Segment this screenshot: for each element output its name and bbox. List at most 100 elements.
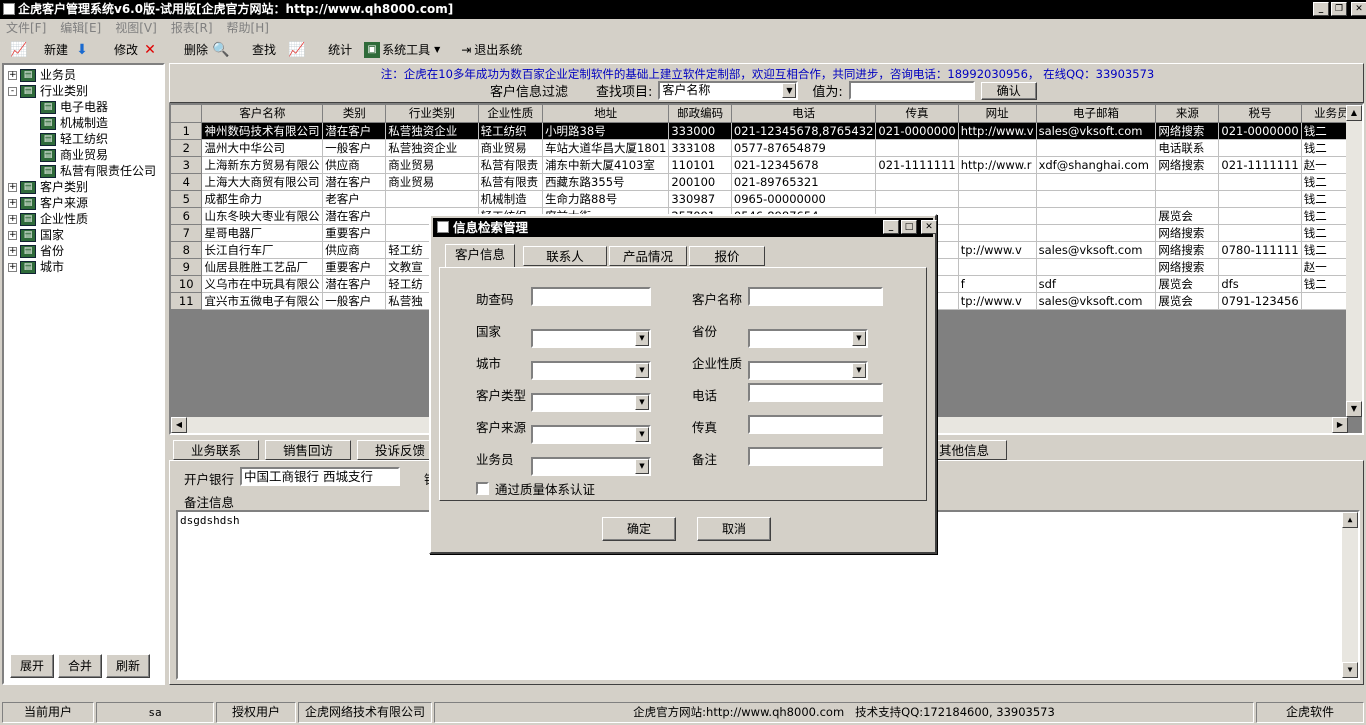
close-icon[interactable]: ✕ — [921, 220, 937, 234]
filter-value-input[interactable] — [848, 81, 975, 100]
column-header[interactable]: 来源 — [1155, 105, 1220, 123]
grid-vertical-scrollbar[interactable]: ▲ ▼ — [1346, 105, 1362, 417]
menu-help[interactable]: 帮助[H] — [227, 19, 269, 37]
minimize-icon[interactable]: _ — [883, 220, 899, 234]
scroll-up-icon[interactable]: ▲ — [1342, 512, 1358, 528]
table-row[interactable]: 4 上海大大商贸有限公司 潜在客户 商业贸易 私营有限责 西藏东路355号 200100 02… — [171, 173, 1362, 191]
form-input[interactable] — [748, 447, 883, 466]
tree-node[interactable]: + ▤ 国家 — [8, 227, 64, 243]
find-button[interactable]: 查找 📈 — [234, 39, 310, 61]
table-row[interactable]: 5 成都生命力 老客户 机械制造 生命力路88号 330987 0965-00000000 钱… — [171, 190, 1362, 208]
new-button[interactable]: 📈 新建 ⬇ — [4, 39, 96, 61]
tab-customer-info[interactable]: 客户信息 — [445, 244, 515, 267]
table-row[interactable]: 3 上海新东方贸易有限公 供应商 商业贸易 私营有限责 浦东中新大厦4103室 110101… — [171, 156, 1362, 174]
column-header[interactable]: 税号 — [1218, 105, 1302, 123]
category-tree[interactable]: + ▤ 业务员 - ▤ 行业类别 ▤ 电子电器 ▤ 机械制造 ▤ 轻工纺织 ▤ 商业贸易 ▤ 私营有限责任公司… — [2, 63, 165, 685]
cancel-button[interactable]: 取消 — [697, 517, 771, 541]
exit-button[interactable]: ⇥ 退出系统 — [452, 39, 528, 61]
column-header[interactable]: 网址 — [958, 105, 1037, 123]
delete-button[interactable]: 删除 🔍 — [164, 39, 234, 61]
tab-quotes[interactable]: 报价 — [689, 246, 765, 266]
form-label: 业务员 — [476, 452, 514, 467]
scroll-left-icon[interactable]: ◀ — [171, 417, 187, 433]
menu-edit[interactable]: 编辑[E] — [60, 19, 101, 37]
form-input[interactable] — [748, 415, 883, 434]
tab-products[interactable]: 产品情况 — [609, 246, 687, 266]
ok-button[interactable]: 确定 — [602, 517, 676, 541]
quality-cert-checkbox[interactable]: 通过质量体系认证 — [476, 479, 595, 498]
column-header[interactable]: 行业类别 — [385, 105, 479, 123]
column-header[interactable]: 电话 — [731, 105, 877, 123]
minimize-icon[interactable]: _ — [1313, 2, 1329, 16]
tree-node[interactable]: ▤ 商业贸易 — [40, 147, 108, 163]
remarks-label: 备注信息 — [184, 495, 235, 510]
form-combo[interactable]: ▼ — [748, 329, 868, 348]
tree-node[interactable]: ▤ 轻工纺织 — [40, 131, 108, 147]
table-row[interactable]: 1 神州数码技术有限公司 潜在客户 私营独资企业 轻工纺织 小明路38号 333000 021… — [171, 122, 1362, 140]
tree-node[interactable]: + ▤ 客户来源 — [8, 195, 88, 211]
menu-file[interactable]: 文件[F] — [6, 19, 46, 37]
expand-plus-icon[interactable]: + — [8, 214, 17, 224]
expand-plus-icon[interactable]: + — [8, 70, 17, 80]
table-row[interactable]: 2 温州大中华公司 一般客户 私营独资企业 商业贸易 车站大道华昌大厦1801 333108… — [171, 139, 1362, 157]
form-combo[interactable]: ▼ — [531, 361, 651, 380]
collapse-minus-icon[interactable]: - — [8, 86, 17, 96]
column-header[interactable]: 传真 — [875, 105, 959, 123]
tab-sales-visit[interactable]: 销售回访 — [265, 440, 351, 460]
column-header[interactable]: 邮政编码 — [668, 105, 732, 123]
tab-contacts[interactable]: 联系人 — [523, 246, 607, 266]
tree-node[interactable]: - ▤ 行业类别 — [8, 83, 88, 99]
tree-node-label: 客户类别 — [40, 180, 89, 194]
form-combo[interactable]: ▼ — [748, 361, 868, 380]
column-header[interactable]: 企业性质 — [478, 105, 544, 123]
collapse-button[interactable]: 合并 — [58, 654, 102, 678]
scroll-down-icon[interactable]: ▼ — [1346, 401, 1362, 417]
tree-node[interactable]: ▤ 机械制造 — [40, 115, 108, 131]
expand-button[interactable]: 展开 — [10, 654, 54, 678]
tools-icon: ▣ — [364, 41, 381, 58]
stats-button[interactable]: 统计 — [310, 39, 358, 61]
expand-plus-icon[interactable]: + — [8, 262, 17, 272]
form-combo[interactable]: ▼ — [531, 425, 651, 444]
bank-field[interactable]: 中国工商银行 西城支行 — [240, 467, 400, 486]
form-input[interactable] — [748, 287, 883, 306]
maximize-icon[interactable]: □ — [901, 220, 917, 234]
tab-business-contact[interactable]: 业务联系 — [173, 440, 259, 460]
form-input[interactable] — [531, 287, 651, 306]
expand-plus-icon[interactable]: + — [8, 230, 17, 240]
column-header[interactable]: 地址 — [542, 105, 670, 123]
tree-node[interactable]: ▤ 私营有限责任公司 — [40, 163, 156, 179]
column-header[interactable]: 电子邮箱 — [1036, 105, 1157, 123]
table-cell: 021-12345678,8765432 — [731, 122, 877, 140]
filter-field-select[interactable]: 客户名称 ▼ — [658, 81, 799, 100]
edit-button[interactable]: 修改 ✕ — [96, 39, 164, 61]
expand-plus-icon[interactable]: + — [8, 246, 17, 256]
remarks-scrollbar[interactable]: ▲ ▼ — [1342, 512, 1358, 678]
close-icon[interactable]: ✕ — [1351, 2, 1366, 16]
scroll-right-icon[interactable]: ▶ — [1332, 417, 1348, 433]
form-combo[interactable]: ▼ — [531, 329, 651, 348]
restore-icon[interactable]: ❐ — [1331, 2, 1347, 16]
menu-view[interactable]: 视图[V] — [115, 19, 157, 37]
system-tools-button[interactable]: ▣ 系统工具 ▼ — [358, 39, 446, 61]
column-header[interactable]: 客户名称 — [201, 105, 324, 123]
tree-node[interactable]: + ▤ 客户类别 — [8, 179, 88, 195]
table-cell: 轻工纺织 — [478, 122, 544, 140]
column-header[interactable]: 类别 — [322, 105, 387, 123]
scroll-down-icon[interactable]: ▼ — [1342, 662, 1358, 678]
table-cell: sdf — [1036, 275, 1157, 293]
tree-node[interactable]: + ▤ 城市 — [8, 259, 64, 275]
form-input[interactable] — [748, 383, 883, 402]
expand-plus-icon[interactable]: + — [8, 182, 17, 192]
tree-node[interactable]: + ▤ 业务员 — [8, 67, 76, 83]
form-combo[interactable]: ▼ — [531, 457, 651, 476]
menu-report[interactable]: 报表[R] — [171, 19, 213, 37]
filter-confirm-button[interactable]: 确认 — [980, 81, 1037, 100]
expand-plus-icon[interactable]: + — [8, 198, 17, 208]
form-combo[interactable]: ▼ — [531, 393, 651, 412]
tree-node[interactable]: + ▤ 省份 — [8, 243, 64, 259]
refresh-button[interactable]: 刷新 — [106, 654, 150, 678]
scroll-up-icon[interactable]: ▲ — [1346, 105, 1362, 121]
tree-node[interactable]: + ▤ 企业性质 — [8, 211, 88, 227]
tree-node[interactable]: ▤ 电子电器 — [40, 99, 108, 115]
